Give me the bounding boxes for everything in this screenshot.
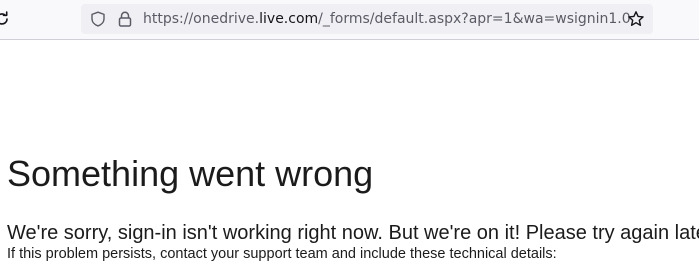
error-message: We're sorry, sign-in isn't working right… — [7, 222, 699, 244]
url-prefix: https://onedrive. — [143, 11, 260, 27]
lock-icon[interactable] — [118, 11, 132, 27]
url-text[interactable]: https://onedrive.live.com/_forms/default… — [143, 10, 631, 28]
technical-details-intro: If this problem persists, contact your s… — [7, 246, 557, 262]
bookmark-star-icon[interactable] — [627, 10, 645, 28]
url-path: /_forms/default.aspx?apr=1&wa=wsignin1.0 — [318, 11, 631, 27]
address-bar[interactable]: https://onedrive.live.com/_forms/default… — [81, 4, 653, 34]
browser-toolbar: https://onedrive.live.com/_forms/default… — [0, 0, 699, 40]
shield-icon[interactable] — [90, 11, 106, 27]
error-heading: Something went wrong — [7, 153, 374, 194]
url-domain: live.com — [259, 11, 319, 27]
reload-icon[interactable] — [0, 11, 10, 27]
